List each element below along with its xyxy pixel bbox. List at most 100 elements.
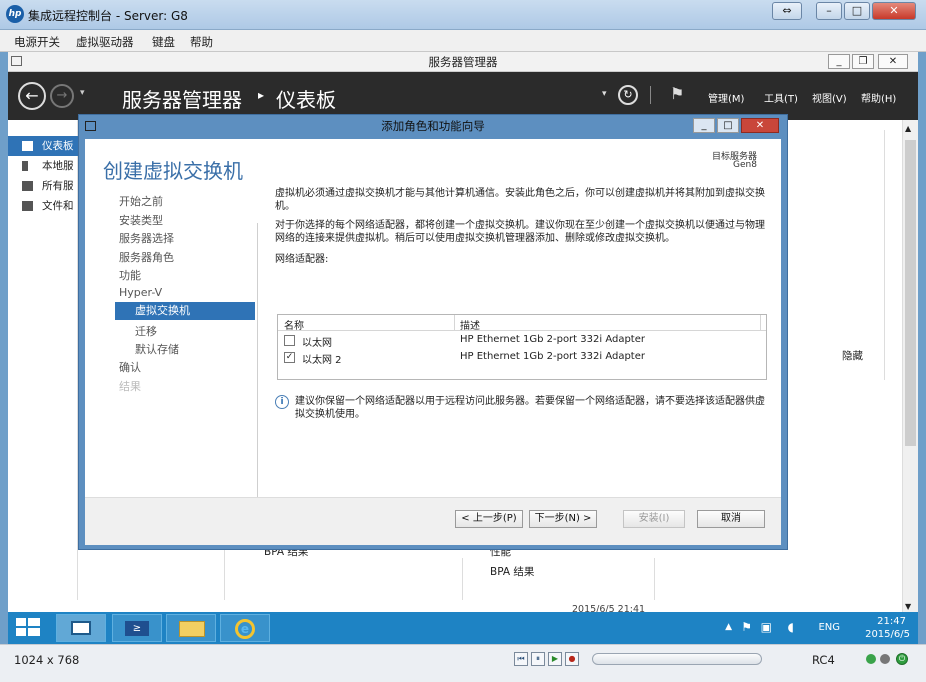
server-manager-icon (11, 56, 22, 66)
nav-file-storage[interactable]: 文件和 (8, 196, 78, 216)
folder-icon (179, 621, 205, 637)
step-confirmation[interactable]: 确认 (119, 359, 141, 375)
windows-start-icon[interactable] (16, 618, 40, 638)
nav-local-label: 本地服 (42, 160, 74, 172)
step-default-stores[interactable]: 默认存储 (135, 341, 179, 357)
vertical-scrollbar[interactable]: ▲ ▼ (902, 120, 918, 614)
minimize-button[interactable]: – (816, 2, 842, 20)
cancel-button[interactable]: 取消 (697, 510, 765, 528)
breadcrumb-page: 仪表板 (276, 88, 336, 112)
menu-keyboard[interactable]: 键盘 (152, 34, 175, 50)
adapter-1-checkbox[interactable] (284, 335, 295, 346)
bpa-results-2[interactable]: BPA 结果 (490, 564, 534, 579)
refresh-icon[interactable]: ↻ (618, 85, 638, 105)
table-row[interactable]: 以太网 HP Ethernet 1Gb 2-port 332i Adapter (278, 332, 766, 349)
wizard-titlebar: 添加角色和功能向导 _ □ ✕ (79, 115, 787, 137)
sm-minimize-button[interactable]: _ (828, 54, 850, 69)
playback-slider[interactable] (592, 653, 762, 665)
tray-volume-icon[interactable]: ◖ (788, 620, 794, 634)
sm-restore-button[interactable]: ❐ (852, 54, 874, 69)
table-row[interactable]: ✓ 以太网 2 HP Ethernet 1Gb 2-port 332i Adap… (278, 349, 766, 366)
scroll-down-icon[interactable]: ▼ (905, 602, 911, 611)
info-icon: i (275, 395, 289, 409)
console-statusbar: 1024 x 768 ⏮ ⏸ ▶ ● RC4 ⏻ (0, 644, 926, 682)
menu-sm-help[interactable]: 帮助(H) (861, 90, 896, 105)
remote-screen[interactable]: 服务器管理器 _ ❐ ✕ ← → ▾ 服务器管理器 ▸ 仪表板 ▾ ↻ ⚑ 管理… (8, 52, 918, 644)
tray-date[interactable]: 2015/6/5 (865, 629, 910, 640)
adapter-2-checkbox[interactable]: ✓ (284, 352, 295, 363)
header-divider (650, 86, 651, 104)
taskbar-powershell[interactable]: ≥ (112, 614, 162, 642)
back-arrow-icon[interactable]: ← (18, 82, 46, 110)
server-icon (22, 161, 28, 171)
play-icon[interactable]: ▶ (548, 652, 562, 666)
status-gray-icon (880, 654, 890, 664)
nav-dashboard[interactable]: 仪表板 (8, 136, 78, 156)
sm-close-button[interactable]: ✕ (878, 54, 908, 69)
nav-all-servers[interactable]: 所有服 (8, 176, 78, 196)
wizard-footer: < 上一步(P) 下一步(N) > 安装(I) 取消 (85, 497, 781, 545)
menu-power[interactable]: 电源开关 (14, 34, 60, 50)
tray-time[interactable]: 21:47 (877, 616, 906, 627)
wizard-minimize-button[interactable]: _ (693, 118, 715, 133)
menu-tools[interactable]: 工具(T) (764, 90, 798, 105)
next-button[interactable]: 下一步(N) > (529, 510, 597, 528)
step-virtual-switches[interactable]: 虚拟交换机 (115, 302, 255, 320)
previous-button[interactable]: < 上一步(P) (455, 510, 523, 528)
step-server-roles[interactable]: 服务器角色 (119, 249, 174, 265)
record-icon[interactable]: ● (565, 652, 579, 666)
adapter-1-name: 以太网 (302, 338, 332, 349)
tray-chevron-icon[interactable]: ▲ (725, 622, 732, 632)
taskbar-ie[interactable]: e (220, 614, 270, 642)
step-migration[interactable]: 迁移 (135, 323, 157, 339)
taskbar-explorer[interactable] (166, 614, 216, 642)
wizard-maximize-button[interactable]: □ (717, 118, 739, 133)
history-chevron-icon[interactable]: ▾ (80, 88, 85, 98)
maximize-button[interactable]: □ (844, 2, 870, 20)
wizard-window-icon (85, 121, 96, 131)
wizard-close-button[interactable]: ✕ (741, 118, 779, 133)
col-description[interactable]: 描述 (460, 317, 480, 332)
status-green-icon (866, 654, 876, 664)
fullscreen-button[interactable]: ⇔ (772, 2, 802, 20)
scroll-thumb[interactable] (905, 140, 916, 446)
adapter-1-desc: HP Ethernet 1Gb 2-port 332i Adapter (460, 334, 645, 345)
close-button[interactable]: ✕ (872, 2, 916, 20)
encryption-readout: RC4 (812, 653, 835, 667)
info-text: 建议你保留一个网络适配器以用于远程访问此服务器。若要保留一个网络适配器，请不要选… (295, 396, 765, 420)
skip-back-icon[interactable]: ⏮ (514, 652, 528, 666)
step-features[interactable]: 功能 (119, 267, 141, 283)
hide-link[interactable]: 隐藏 (842, 348, 863, 363)
tray-flag-icon[interactable]: ⚑ (741, 620, 752, 634)
server-manager-task-icon (71, 621, 91, 635)
col-name[interactable]: 名称 (284, 317, 304, 332)
resolution-readout: 1024 x 768 (14, 653, 80, 667)
tray-network-icon[interactable]: ▣ (761, 620, 772, 634)
step-before-you-begin[interactable]: 开始之前 (119, 193, 163, 209)
tile-border-2 (462, 558, 463, 600)
menu-virtual-drives[interactable]: 虚拟驱动器 (76, 34, 134, 50)
menu-manage[interactable]: 管理(M) (708, 90, 744, 105)
step-hyper-v[interactable]: Hyper-V (119, 286, 162, 299)
nav-local-server[interactable]: 本地服 (8, 156, 78, 176)
step-server-selection[interactable]: 服务器选择 (119, 230, 174, 246)
storage-icon (22, 201, 33, 211)
forward-arrow-icon[interactable]: → (50, 84, 74, 108)
network-adapters-label: 网络适配器: (275, 254, 329, 265)
console-titlebar: hp 集成远程控制台 - Server: G8 ⇔ – □ ✕ (0, 0, 926, 30)
power-icon[interactable]: ⏻ (896, 653, 908, 665)
console-menubar: 电源开关 虚拟驱动器 键盘 帮助 (0, 30, 926, 52)
menu-view[interactable]: 视图(V) (812, 90, 847, 105)
tray-language[interactable]: ENG (818, 622, 840, 633)
taskbar-server-manager[interactable] (56, 614, 106, 642)
menu-help[interactable]: 帮助 (190, 34, 213, 50)
left-navigation: 仪表板 本地服 所有服 文件和 (8, 120, 78, 600)
server-manager-header: ← → ▾ 服务器管理器 ▸ 仪表板 ▾ ↻ ⚑ 管理(M) 工具(T) 视图(… (8, 72, 918, 120)
dashboard-icon (22, 141, 33, 151)
pause-icon[interactable]: ⏸ (531, 652, 545, 666)
scroll-up-icon[interactable]: ▲ (905, 124, 911, 133)
dropdown-chevron-icon[interactable]: ▾ (602, 89, 607, 99)
flag-icon[interactable]: ⚑ (670, 84, 684, 103)
step-installation-type[interactable]: 安装类型 (119, 212, 163, 228)
wizard-body: 创建虚拟交换机 目标服务器 Gen8 开始之前 安装类型 服务器选择 服务器角色… (85, 139, 781, 545)
